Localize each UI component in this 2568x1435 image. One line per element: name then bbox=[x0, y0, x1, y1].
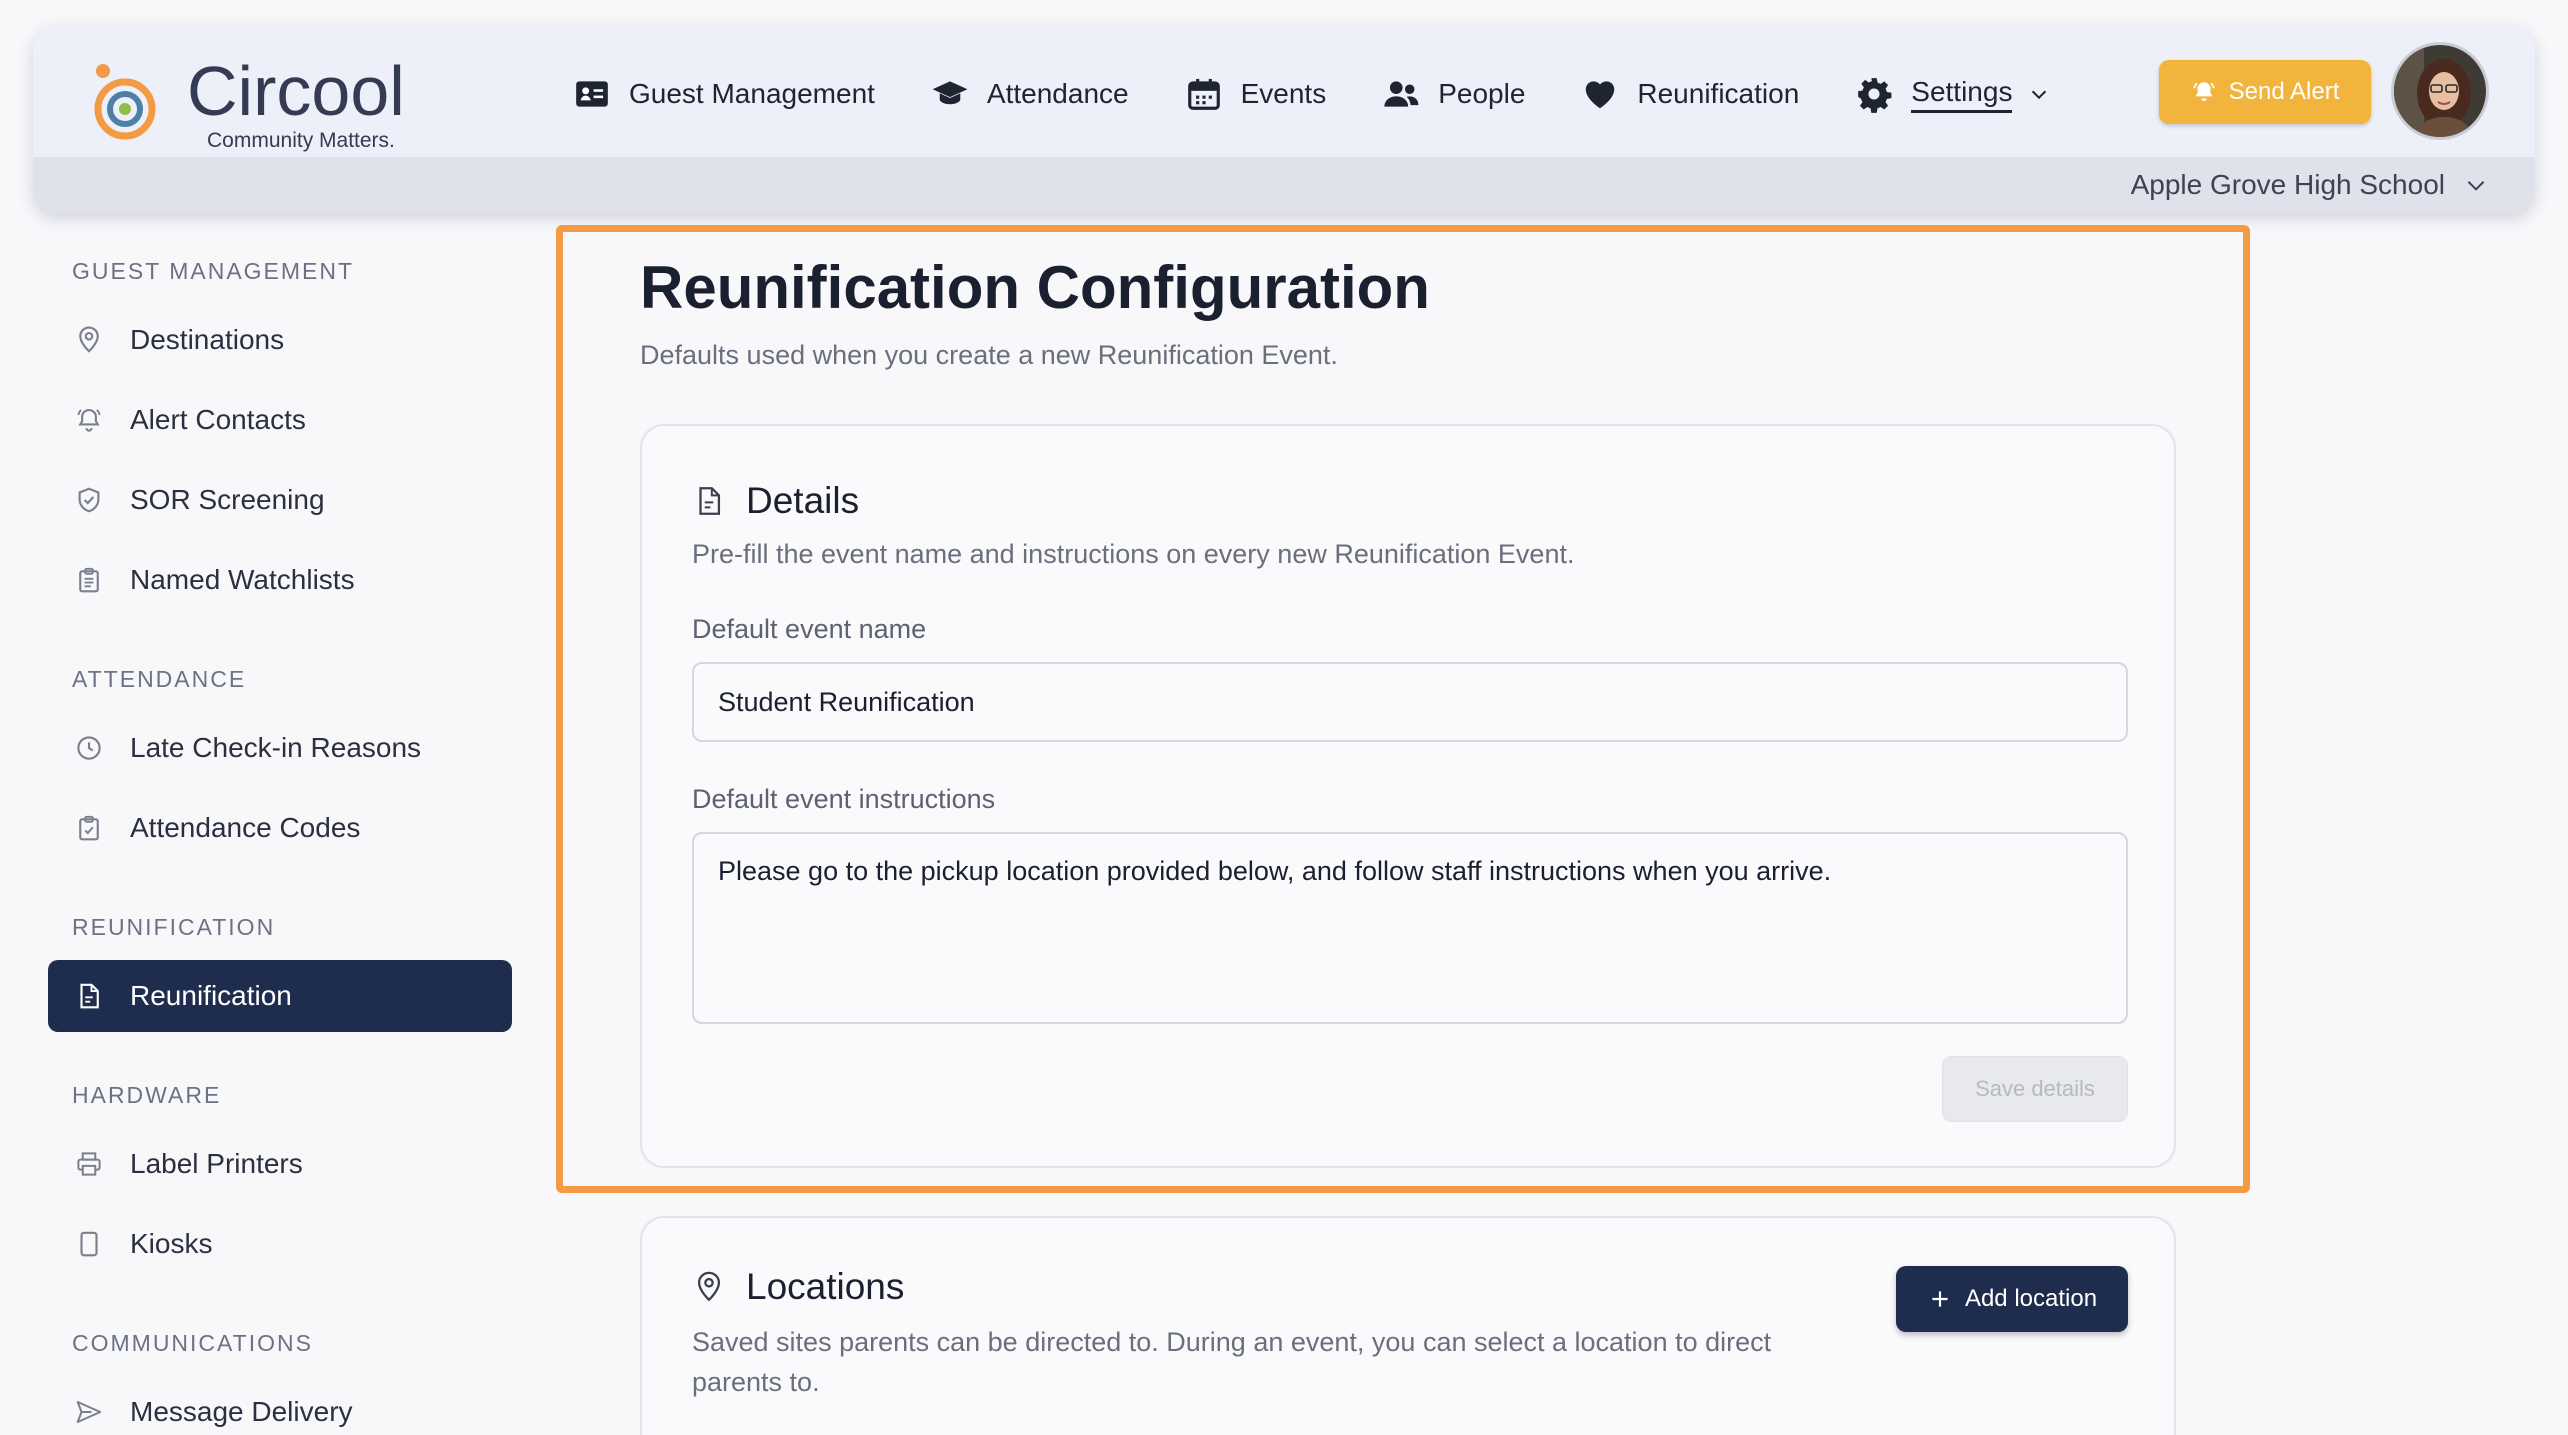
chevron-down-icon bbox=[2467, 181, 2485, 191]
school-selector[interactable]: Apple Grove High School bbox=[2131, 165, 2489, 205]
event-name-label: Default event name bbox=[692, 614, 927, 644]
sidebar-item-sor-screening[interactable]: SOR Screening bbox=[48, 464, 512, 536]
nav-label: Reunification bbox=[1637, 78, 1800, 109]
shield-check-icon bbox=[78, 487, 100, 513]
clock-icon bbox=[77, 736, 101, 760]
brand-name: Circool bbox=[187, 52, 405, 130]
sidebar-item-label: Alert Contacts bbox=[130, 404, 306, 435]
calendar-icon bbox=[1187, 78, 1220, 110]
map-pin-icon bbox=[697, 1271, 721, 1302]
nav-label: Guest Management bbox=[629, 78, 875, 109]
id-card-icon bbox=[576, 81, 608, 107]
brand-tagline: Community Matters. bbox=[207, 129, 395, 152]
sidebar-heading-guest-management: GUEST MANAGEMENT bbox=[72, 258, 355, 284]
nav-reunification[interactable]: Reunification bbox=[1581, 75, 1799, 113]
bell-ring-icon bbox=[77, 408, 101, 432]
sidebar-heading-reunification: REUNIFICATION bbox=[72, 914, 276, 940]
locations-title: Locations bbox=[746, 1266, 905, 1307]
users-icon bbox=[1384, 81, 1419, 107]
clipboard-check-icon bbox=[79, 815, 99, 841]
nav-settings[interactable]: Settings bbox=[1855, 75, 2050, 113]
sidebar-item-label: Kiosks bbox=[130, 1228, 213, 1259]
top-navigation-bar: Circool Community Matters. Guest Managem… bbox=[33, 25, 2535, 213]
event-name-input[interactable] bbox=[692, 662, 2128, 742]
nav-people[interactable]: People bbox=[1382, 75, 1525, 113]
sidebar-item-attendance-codes[interactable]: Attendance Codes bbox=[48, 792, 512, 864]
sidebar-item-alert-contacts[interactable]: Alert Contacts bbox=[48, 384, 512, 456]
page-title: Reunification Configuration bbox=[640, 254, 1430, 321]
details-card: Details Pre-fill the event name and inst… bbox=[640, 424, 2176, 1168]
page-subtitle: Defaults used when you create a new Reun… bbox=[640, 340, 1338, 370]
bell-icon bbox=[2193, 82, 2215, 102]
sidebar-item-label: Label Printers bbox=[130, 1148, 303, 1179]
details-title: Details bbox=[746, 480, 860, 521]
sidebar-item-label: Message Delivery bbox=[130, 1396, 353, 1427]
chevron-down-icon bbox=[2032, 90, 2047, 100]
sidebar-heading-communications: COMMUNICATIONS bbox=[72, 1330, 313, 1356]
add-location-label: Add location bbox=[1964, 1285, 2098, 1312]
sidebar-heading-hardware: HARDWARE bbox=[72, 1082, 222, 1108]
tablet-icon bbox=[80, 1231, 98, 1257]
sidebar-item-label-printers[interactable]: Label Printers bbox=[48, 1128, 512, 1200]
map-pin-icon bbox=[79, 326, 99, 353]
nav-label: Settings bbox=[1911, 76, 2013, 113]
nav-attendance[interactable]: Attendance bbox=[931, 75, 1129, 113]
heart-icon bbox=[1586, 81, 1615, 109]
sidebar-item-label: Attendance Codes bbox=[130, 812, 361, 843]
brand-logo[interactable]: Circool Community Matters. bbox=[79, 39, 419, 169]
send-icon bbox=[76, 1401, 102, 1423]
locations-card: Locations Saved sites parents can be dir… bbox=[640, 1216, 2176, 1435]
clipboard-list-icon bbox=[79, 567, 99, 593]
send-alert-label: Send Alert bbox=[2228, 78, 2340, 105]
nav-events[interactable]: Events bbox=[1185, 75, 1327, 113]
sidebar-heading-attendance: ATTENDANCE bbox=[72, 666, 247, 692]
event-instructions-label: Default event instructions bbox=[692, 784, 996, 814]
save-details-button[interactable]: Save details bbox=[1942, 1056, 2128, 1122]
gear-icon bbox=[1858, 78, 1892, 113]
locations-heading: Locations bbox=[692, 1266, 904, 1308]
nav-guest-management[interactable]: Guest Management bbox=[573, 75, 875, 113]
nav-label: Attendance bbox=[986, 78, 1129, 109]
nav-label: People bbox=[1438, 78, 1526, 109]
sidebar-item-late-check-in-reasons[interactable]: Late Check-in Reasons bbox=[48, 712, 512, 784]
sidebar-item-label: Reunification bbox=[130, 980, 292, 1011]
primary-nav: Guest Management Attendance Events Peopl… bbox=[573, 69, 2106, 119]
plus-icon bbox=[1932, 1291, 1948, 1307]
sidebar-item-destinations[interactable]: Destinations bbox=[48, 304, 512, 376]
sidebar-item-message-delivery[interactable]: Message Delivery bbox=[48, 1376, 512, 1435]
locations-description-line-1: Saved sites parents can be directed to. … bbox=[692, 1327, 1772, 1357]
graduation-cap-icon bbox=[932, 81, 968, 105]
add-location-button[interactable]: Add location bbox=[1896, 1266, 2128, 1332]
sidebar-item-label: Late Check-in Reasons bbox=[130, 732, 422, 763]
nav-label: Events bbox=[1240, 78, 1327, 109]
document-icon bbox=[699, 487, 721, 515]
document-icon bbox=[80, 983, 99, 1009]
printer-icon bbox=[77, 1152, 101, 1176]
details-description: Pre-fill the event name and instructions… bbox=[692, 539, 1575, 569]
sidebar-item-named-watchlists[interactable]: Named Watchlists bbox=[48, 544, 512, 616]
send-alert-button[interactable]: Send Alert bbox=[2159, 60, 2371, 124]
school-name: Apple Grove High School bbox=[2130, 169, 2445, 200]
user-avatar[interactable] bbox=[2391, 42, 2489, 140]
logo-mark-icon bbox=[94, 64, 156, 140]
sidebar-item-reunification[interactable]: Reunification bbox=[48, 960, 512, 1032]
sidebar-item-label: SOR Screening bbox=[130, 484, 325, 515]
locations-description-line-2: parents to. bbox=[692, 1367, 820, 1397]
sidebar-item-label: Destinations bbox=[130, 324, 285, 355]
sidebar-item-label: Named Watchlists bbox=[130, 564, 355, 595]
details-heading: Details bbox=[692, 480, 859, 522]
event-instructions-textarea[interactable]: Please go to the pickup location provide… bbox=[692, 832, 2128, 1024]
sidebar-item-kiosks[interactable]: Kiosks bbox=[48, 1208, 512, 1280]
locations-description: Saved sites parents can be directed to. … bbox=[692, 1322, 1771, 1402]
